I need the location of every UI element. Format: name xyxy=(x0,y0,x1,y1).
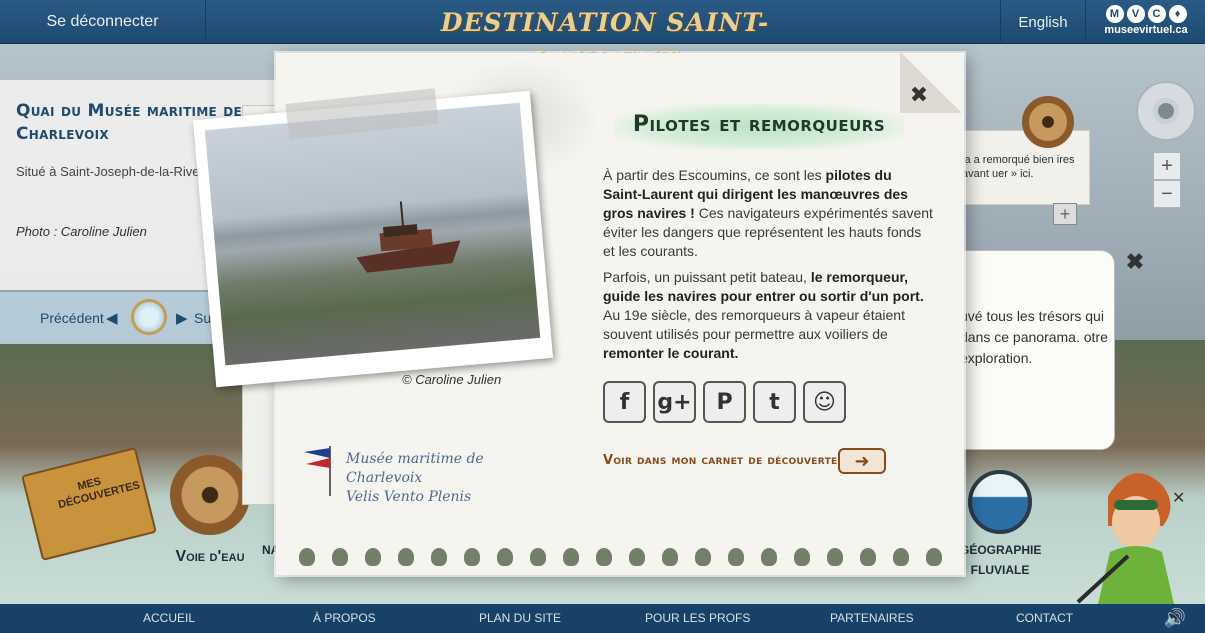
zoom-out-button[interactable]: − xyxy=(1153,180,1181,208)
hotspot-card-text: ia a remorqué bien ires avant uer » ici. xyxy=(962,154,1075,180)
expand-button[interactable]: + xyxy=(1053,203,1077,225)
logout-button[interactable]: Se déconnecter xyxy=(0,0,206,44)
voie-eau-label[interactable]: Voie d'eau xyxy=(170,548,250,566)
previous-button[interactable]: Précédent xyxy=(40,310,104,326)
footer-link-pour-les-profs[interactable]: POUR LES PROFS xyxy=(645,604,750,633)
wave-icon[interactable] xyxy=(968,470,1032,534)
zoom-in-button[interactable]: + xyxy=(1153,152,1181,180)
photo-credit: © Caroline Julien xyxy=(402,372,502,387)
guide-character xyxy=(1076,473,1174,604)
museum-name: Musée maritime de Charlevoix Velis Vento… xyxy=(346,450,546,507)
google-plus-icon[interactable]: g+ xyxy=(653,381,696,423)
twitter-icon[interactable]: t xyxy=(753,381,796,423)
bubble-close-icon[interactable]: ✖ xyxy=(1122,250,1148,276)
sound-icon[interactable]: 🔊 xyxy=(1160,604,1190,633)
para1-text: À partir des Escoumins, ce sont les xyxy=(603,167,826,183)
mvc-letter: M xyxy=(1105,5,1124,23)
arrow-left-icon[interactable]: ◀ xyxy=(106,309,118,327)
mvc-letter: C xyxy=(1147,5,1166,23)
para2-bold-end: remonter le courant. xyxy=(603,345,739,361)
footer-link-contact[interactable]: CONTACT xyxy=(1016,604,1073,633)
location-photo-credit: Photo : Caroline Julien xyxy=(16,224,147,239)
arrow-right-icon[interactable]: ➜ xyxy=(838,448,886,474)
tugboat-photo xyxy=(192,90,554,388)
ship-wheel-icon[interactable] xyxy=(1022,96,1074,148)
footer-link-a-propos[interactable]: À PROPOS xyxy=(313,604,376,633)
para2-text-mid: Au 19e siècle, des remorqueurs à vapeur … xyxy=(603,307,905,342)
paragraph-pilotes: À partir des Escoumins, ce sont les pilo… xyxy=(603,166,933,261)
tugboat-illustration xyxy=(356,201,461,273)
mvc-site-label: museevirtuel.ca xyxy=(1104,24,1188,36)
mvc-logo[interactable]: M V C ♦ museevirtuel.ca xyxy=(1096,2,1196,42)
footer-link-partenaires[interactable]: PARTENAIRES xyxy=(830,604,914,633)
paragraph-remorqueurs: Parfois, un puissant petit bateau, le re… xyxy=(603,268,933,363)
mvc-letter: V xyxy=(1126,5,1145,23)
character-close-icon[interactable]: ✕ xyxy=(1172,488,1185,508)
view-in-notebook-link[interactable]: Voir dans mon carnet de découvertes xyxy=(603,453,844,468)
site-logo[interactable]: DESTINATION SAINT-LAURENT xyxy=(420,4,790,75)
facebook-icon[interactable]: f xyxy=(603,381,646,423)
footer-link-plan-du-site[interactable]: PLAN DU SITE xyxy=(479,604,561,633)
language-switch[interactable]: English xyxy=(1000,0,1086,44)
geographie-fluviale-label[interactable]: GÉOGRAPHIE FLUVIALE xyxy=(960,540,1041,580)
compass-icon[interactable] xyxy=(131,299,167,335)
social-share-bar: f g+ P t ☺ xyxy=(603,381,846,423)
arrow-right-icon[interactable]: ▶ xyxy=(176,309,188,327)
museum-motto: Velis Vento Plenis xyxy=(346,489,472,505)
museum-flag-logo xyxy=(304,446,331,496)
modal-close-icon[interactable]: ✖ xyxy=(905,82,933,110)
speech-bubble-text: uvé tous les trésors qui dans ce panoram… xyxy=(960,308,1108,366)
pinterest-icon[interactable]: P xyxy=(703,381,746,423)
pan-control-center[interactable] xyxy=(1153,98,1179,124)
share-character-icon[interactable]: ☺ xyxy=(803,381,846,423)
footer-link-accueil[interactable]: ACCUEIL xyxy=(143,604,195,633)
para2-text: Parfois, un puissant petit bateau, xyxy=(603,269,811,285)
torn-edge xyxy=(276,548,964,578)
museum-name-line1: Musée maritime de Charlevoix xyxy=(346,451,484,486)
ship-wheel-icon[interactable] xyxy=(170,455,250,535)
maple-leaf-icon: ♦ xyxy=(1168,5,1187,23)
modal-title: Pilotes et remorqueurs xyxy=(632,112,886,137)
